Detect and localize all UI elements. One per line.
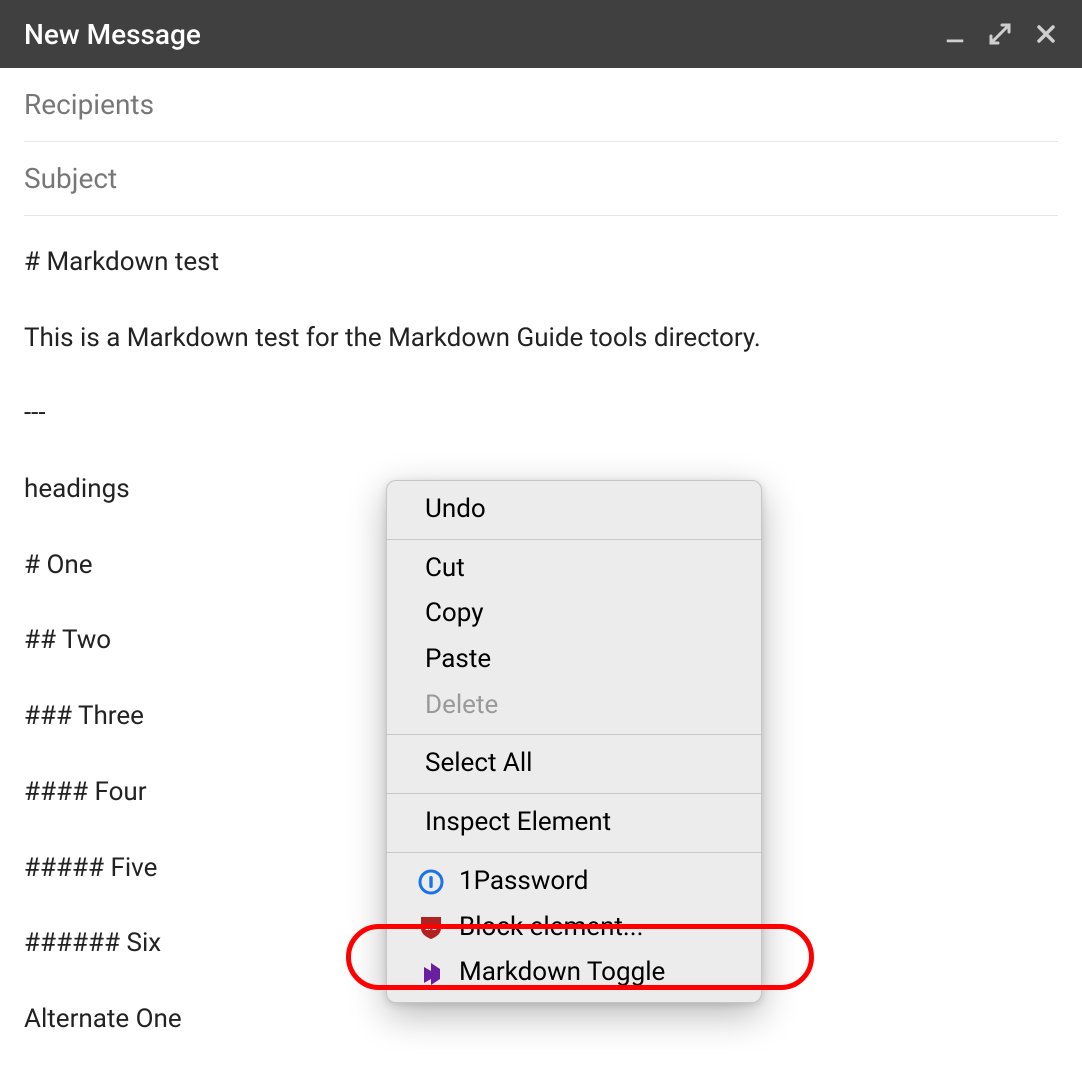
close-icon[interactable] (1034, 22, 1058, 46)
context-menu-select-all[interactable]: Select All (387, 741, 761, 787)
context-menu-cut[interactable]: Cut (387, 546, 761, 592)
subject-placeholder: Subject (24, 162, 117, 195)
ublock-icon: uo (417, 913, 445, 941)
context-menu-block-element[interactable]: uo Block element... (387, 905, 761, 951)
context-menu-group-clipboard: Cut Copy Paste Delete (387, 540, 761, 736)
context-menu-group-select: Select All (387, 735, 761, 794)
context-menu-group-inspect: Inspect Element (387, 794, 761, 853)
body-line: --- (24, 395, 1058, 433)
window-controls (944, 22, 1058, 46)
compose-titlebar: New Message (0, 0, 1082, 68)
context-menu-markdown-toggle[interactable]: Markdown Toggle (387, 950, 761, 996)
context-menu-delete: Delete (387, 683, 761, 729)
minimize-icon[interactable] (944, 23, 966, 45)
onepassword-icon (417, 868, 445, 896)
context-menu-1password[interactable]: 1Password (387, 859, 761, 905)
body-line: # Markdown test (24, 244, 1058, 282)
body-line: This is a Markdown test for the Markdown… (24, 320, 1058, 358)
window-title: New Message (24, 18, 201, 51)
context-menu-paste[interactable]: Paste (387, 637, 761, 683)
recipients-field[interactable]: Recipients (24, 68, 1058, 142)
expand-icon[interactable] (988, 22, 1012, 46)
context-menu: Undo Cut Copy Paste Delete Select All In… (386, 480, 762, 1003)
context-menu-copy[interactable]: Copy (387, 591, 761, 637)
context-menu-group-extensions: 1Password uo Block element... Markdown T… (387, 853, 761, 1002)
context-menu-inspect-element[interactable]: Inspect Element (387, 800, 761, 846)
context-menu-undo[interactable]: Undo (387, 487, 761, 533)
context-menu-group-edit1: Undo (387, 481, 761, 540)
markdown-toggle-icon (417, 959, 445, 987)
svg-text:uo: uo (424, 921, 438, 933)
body-line: Alternate One (24, 1001, 1058, 1039)
subject-field[interactable]: Subject (24, 142, 1058, 216)
recipients-placeholder: Recipients (24, 88, 154, 121)
